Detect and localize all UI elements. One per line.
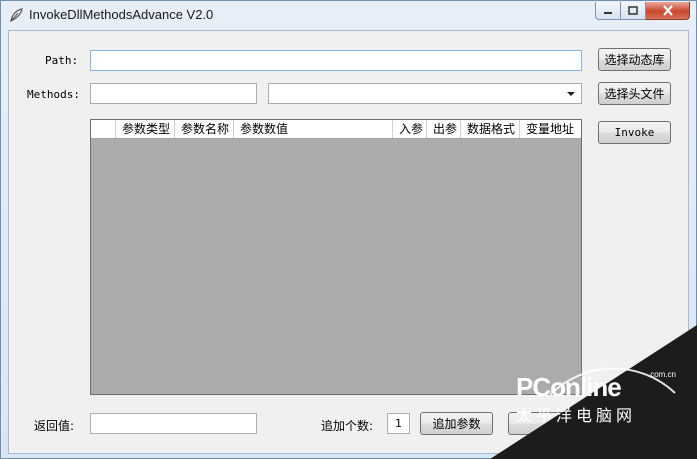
- col-var-address[interactable]: 变量地址: [520, 120, 581, 138]
- col-in-param[interactable]: 入参: [393, 120, 427, 138]
- maximize-icon: [628, 5, 638, 15]
- select-header-button[interactable]: 选择头文件: [598, 82, 671, 105]
- return-label: 返回值:: [34, 419, 75, 433]
- minimize-button[interactable]: [595, 2, 621, 20]
- methods-field[interactable]: [90, 83, 257, 104]
- col-param-value[interactable]: 参数数值: [234, 120, 393, 138]
- methods-combo[interactable]: [268, 83, 582, 104]
- add-count-label: 追加个数:: [321, 419, 374, 433]
- path-label: Path:: [45, 54, 79, 67]
- col-param-name[interactable]: 参数名称: [175, 120, 234, 138]
- title-bar[interactable]: InvokeDllMethodsAdvance V2.0: [1, 1, 696, 29]
- watermark-text: PConline .com.cn 太平洋电脑网: [516, 370, 676, 425]
- invoke-button[interactable]: Invoke: [598, 121, 671, 144]
- watermark-brand: PConline: [516, 372, 622, 402]
- minimize-icon: [604, 11, 612, 14]
- row-header-corner: [91, 120, 116, 138]
- feather-icon: [10, 8, 23, 23]
- add-count-field[interactable]: 1: [387, 413, 410, 434]
- col-out-param[interactable]: 出参: [427, 120, 461, 138]
- col-data-format[interactable]: 数据格式: [461, 120, 520, 138]
- close-icon: [662, 5, 673, 16]
- add-param-button[interactable]: 追加参数: [420, 412, 493, 435]
- path-field[interactable]: [90, 50, 582, 71]
- watermark-domain: .com.cn: [648, 370, 677, 379]
- window-title: InvokeDllMethodsAdvance V2.0: [29, 7, 214, 22]
- col-param-type[interactable]: 参数类型: [116, 120, 175, 138]
- select-dll-button[interactable]: 选择动态库: [598, 48, 671, 71]
- watermark-subtitle: 太平洋电脑网: [516, 408, 637, 425]
- maximize-button[interactable]: [621, 2, 646, 20]
- return-field[interactable]: [90, 413, 257, 434]
- chevron-down-icon: [567, 92, 575, 96]
- close-button[interactable]: [646, 2, 690, 20]
- methods-label: Methods:: [27, 88, 80, 101]
- grid-header: 参数类型 参数名称 参数数值 入参 出参 数据格式 变量地址: [91, 120, 581, 139]
